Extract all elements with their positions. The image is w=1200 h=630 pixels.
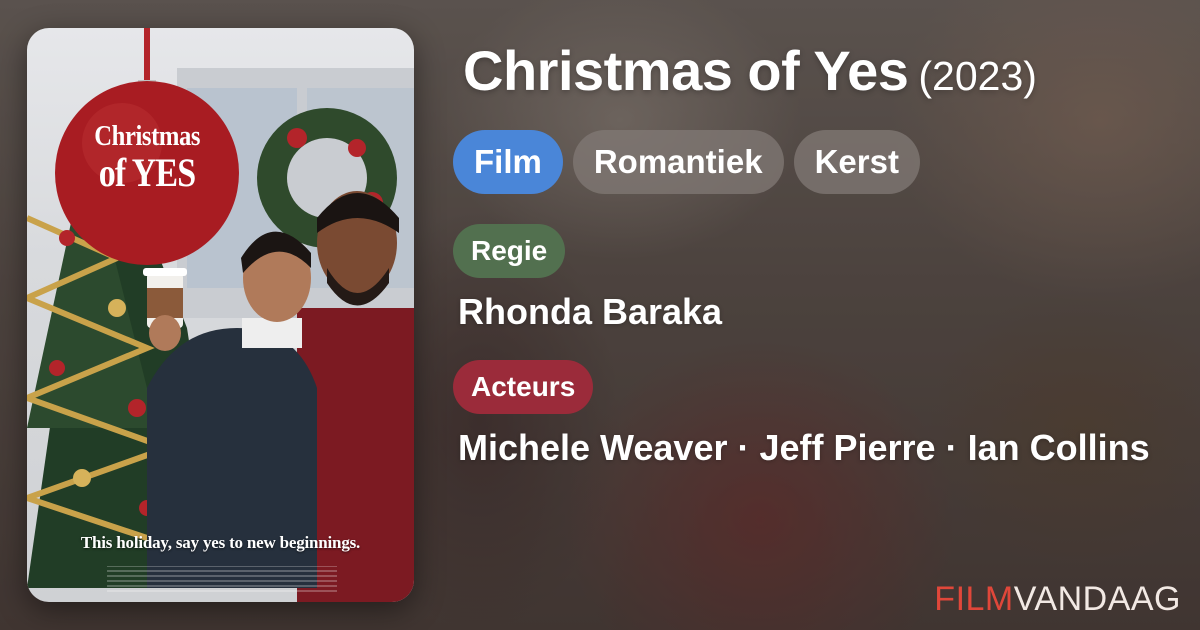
logo-part-film: FILM	[934, 580, 1014, 618]
director-name: Rhonda Baraka	[458, 291, 723, 332]
tag-kerst[interactable]: Kerst	[793, 130, 920, 194]
movie-title-text: Christmas of Yes	[463, 39, 909, 102]
movie-poster: Christmas of YES This holiday, say yes t…	[27, 28, 414, 602]
filmvandaag-logo[interactable]: FILMVANDAAG	[934, 580, 1181, 619]
poster-title-line1: Christmas	[94, 120, 201, 152]
cast-member: Ian Collins	[967, 427, 1150, 468]
movie-year: (2023)	[918, 53, 1037, 99]
poster-tagline: This holiday, say yes to new beginnings.	[80, 533, 361, 552]
cast-separator: ·	[737, 427, 750, 468]
poster-title-line2: of YES	[98, 150, 196, 195]
movie-title: Christmas of Yes (2023)	[463, 38, 1037, 103]
tag-romantiek[interactable]: Romantiek	[572, 130, 784, 194]
cast-member: Michele Weaver	[458, 427, 728, 468]
cast-member: Jeff Pierre	[759, 427, 936, 468]
cast-separator: ·	[945, 427, 958, 468]
director-label: Regie	[453, 224, 566, 278]
poster-artwork	[27, 28, 414, 602]
poster-title: Christmas of YES	[94, 120, 201, 195]
poster-credit-block	[107, 566, 337, 592]
logo-part-vandaag: VANDAAG	[1013, 580, 1181, 618]
genre-tags: Film Romantiek Kerst	[453, 130, 920, 194]
cast-label: Acteurs	[453, 360, 594, 414]
tag-film[interactable]: Film	[453, 130, 563, 194]
cast-list: Michele Weaver · Jeff Pierre · Ian Collins	[458, 422, 1158, 474]
